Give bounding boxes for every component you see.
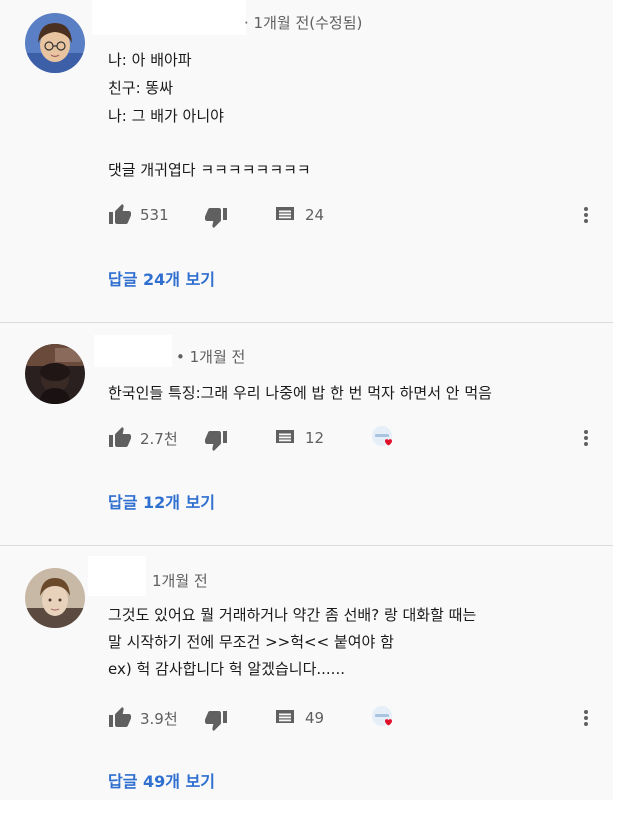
more-vertical-icon [584, 430, 588, 446]
comment-text-line: 그것도 있어요 뭘 거래하거나 약간 좀 선배? 랑 대화할 때는 [108, 606, 477, 624]
reply-count: 12 [305, 429, 325, 447]
thumbs-up-icon [108, 203, 132, 227]
view-replies-link[interactable]: 답글 12개 보기 [108, 489, 215, 513]
comment-text-line: 한국인들 특징:그래 우리 나중에 밥 한 번 먹자 하면서 안 먹음 [108, 384, 492, 402]
like-count: 3.9천 [140, 709, 178, 728]
comment-timestamp: • 1개월 전 [176, 348, 246, 366]
thumbs-down-icon [204, 428, 228, 452]
like-button[interactable]: 531 [108, 203, 169, 227]
comment-text-line: 나: 그 배가 아니야 [108, 107, 224, 125]
comment-timestamp: 1개월 전 [152, 572, 208, 590]
reply-button[interactable]: 24 [273, 203, 324, 227]
comment-icon [273, 203, 297, 227]
creator-heart-badge [370, 424, 398, 452]
reply-count: 24 [305, 206, 325, 224]
reply-count: 49 [305, 709, 325, 727]
comment-text-line: 말 시작하기 전에 무조건 >>헉<< 붙여야 함 [108, 633, 394, 651]
creator-heart-badge [370, 704, 398, 732]
creator-heart-icon [372, 426, 392, 446]
dislike-button[interactable] [204, 708, 228, 732]
author-name[interactable] [92, 0, 246, 35]
author-name[interactable] [94, 335, 172, 367]
comment-text-line: ex) 헉 감사합니다 헉 알겠습니다...... [108, 660, 345, 678]
comment-icon [273, 426, 297, 450]
author-name[interactable] [88, 556, 146, 596]
thumbs-up-icon [108, 426, 132, 450]
reply-button[interactable]: 12 [273, 426, 324, 450]
comment-timestamp: · 1개월 전(수정됨) [244, 14, 363, 32]
comment-text-line: 나: 아 배아파 [108, 51, 192, 69]
avatar[interactable] [25, 13, 85, 73]
like-count: 531 [140, 206, 169, 224]
reply-button[interactable]: 49 [273, 706, 324, 730]
comment-thread: · 1개월 전(수정됨) 나: 아 배아파 친구: 똥싸 나: 그 배가 아니야… [0, 0, 613, 322]
avatar[interactable] [25, 568, 85, 628]
dislike-button[interactable] [204, 428, 228, 452]
comment-thread: 1개월 전 그것도 있어요 뭘 거래하거나 약간 좀 선배? 랑 대화할 때는 … [0, 546, 613, 800]
view-replies-link[interactable]: 답글 24개 보기 [108, 266, 215, 290]
like-button[interactable]: 2.7천 [108, 426, 178, 450]
like-count: 2.7천 [140, 429, 178, 448]
thumbs-up-icon [108, 706, 132, 730]
avatar[interactable] [25, 344, 85, 404]
comment-thread: • 1개월 전 한국인들 특징:그래 우리 나중에 밥 한 번 먹자 하면서 안… [0, 323, 613, 545]
comment-feed: · 1개월 전(수정됨) 나: 아 배아파 친구: 똥싸 나: 그 배가 아니야… [0, 0, 613, 800]
thumbs-down-icon [204, 708, 228, 732]
thumbs-down-icon [204, 205, 228, 229]
more-vertical-icon [584, 710, 588, 726]
view-replies-link[interactable]: 답글 49개 보기 [108, 768, 215, 792]
dislike-button[interactable] [204, 205, 228, 229]
comment-icon [273, 706, 297, 730]
comment-text-line: 친구: 똥싸 [108, 79, 174, 97]
comment-text-line: 댓글 개귀엽다 ㅋㅋㅋㅋㅋㅋㅋㅋ [108, 161, 311, 179]
more-vertical-icon [584, 207, 588, 223]
more-options-button[interactable] [578, 203, 594, 227]
creator-heart-icon [372, 706, 392, 726]
more-options-button[interactable] [578, 706, 594, 730]
like-button[interactable]: 3.9천 [108, 706, 178, 730]
more-options-button[interactable] [578, 426, 594, 450]
